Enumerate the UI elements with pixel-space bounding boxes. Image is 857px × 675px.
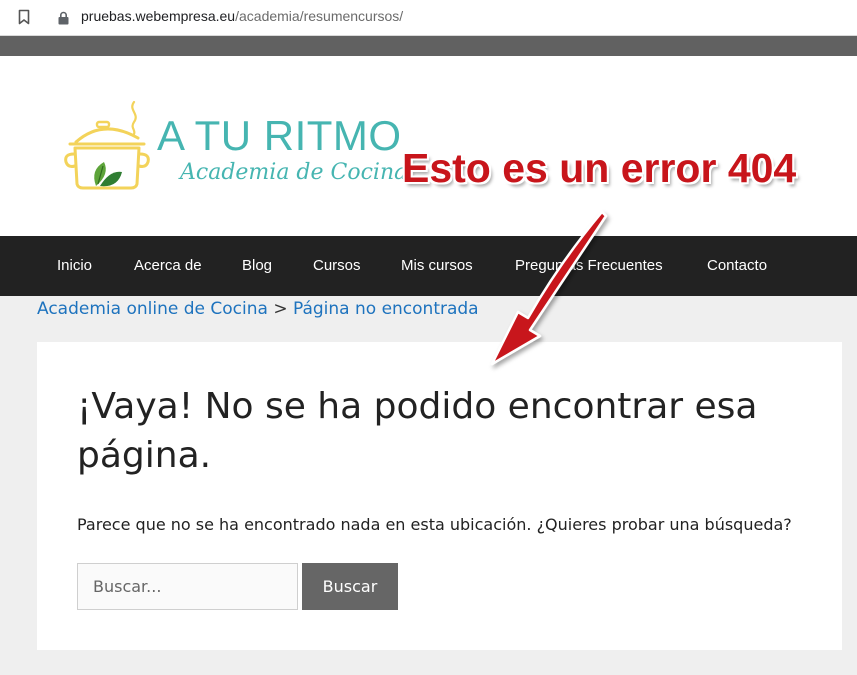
nav-item-preguntas-frecuentes[interactable]: Preguntas Frecuentes — [515, 236, 663, 296]
breadcrumb-separator: > — [273, 299, 288, 319]
breadcrumb-home-link[interactable]: Academia online de Cocina — [37, 299, 268, 319]
nav-item-blog[interactable]: Blog — [242, 236, 272, 296]
breadcrumb: Academia online de Cocina > Página no en… — [37, 298, 479, 320]
search-input[interactable] — [77, 563, 298, 610]
lock-icon[interactable] — [58, 10, 69, 29]
url-field[interactable]: pruebas.webempresa.eu/academia/resumencu… — [81, 8, 403, 24]
top-bar — [0, 36, 857, 56]
nav-item-cursos[interactable]: Cursos — [313, 236, 361, 296]
nav-item-inicio[interactable]: Inicio — [57, 236, 92, 296]
nav-item-mis-cursos[interactable]: Mis cursos — [401, 236, 473, 296]
search-button[interactable]: Buscar — [302, 563, 398, 610]
logo-title[interactable]: A TU RITMO — [157, 112, 402, 160]
bookmark-icon[interactable] — [18, 9, 30, 29]
annotation-text: Esto es un error 404 — [402, 145, 797, 191]
url-host: pruebas.webempresa.eu — [81, 8, 236, 24]
nav-item-acerca-de[interactable]: Acerca de — [134, 236, 202, 296]
content-box: ¡Vaya! No se ha podido encontrar esa pág… — [37, 342, 842, 650]
url-path: /academia/resumencursos/ — [235, 8, 404, 24]
breadcrumb-current-link[interactable]: Página no encontrada — [293, 299, 479, 319]
page-title: ¡Vaya! No se ha podido encontrar esa pág… — [77, 386, 758, 476]
site-header: A TU RITMO Academia de Cocina Esto es un… — [0, 56, 857, 236]
cooking-pot-icon[interactable] — [64, 100, 150, 196]
nav-item-contacto[interactable]: Contacto — [707, 236, 767, 296]
logo-subtitle: Academia de Cocina — [180, 160, 408, 185]
main-navigation: Inicio Acerca de Blog Cursos Mis cursos … — [0, 236, 857, 296]
not-found-message: Parece que no se ha encontrado nada en e… — [77, 515, 792, 534]
browser-address-bar: pruebas.webempresa.eu/academia/resumencu… — [0, 0, 857, 36]
